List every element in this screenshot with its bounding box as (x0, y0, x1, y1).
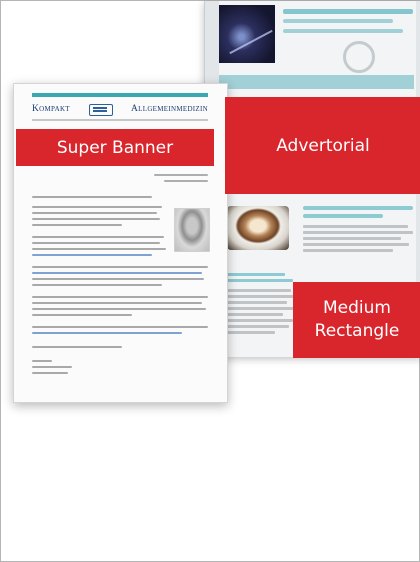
preview-frame: Kompakt Allgemeinmedizin Super Banner Ad… (0, 0, 420, 562)
text-line (303, 243, 409, 246)
masthead-accent-bar (32, 93, 208, 97)
text-line (32, 196, 152, 198)
text-line (32, 308, 206, 310)
text-line (303, 231, 413, 234)
masthead-right-word: Allgemeinmedizin (131, 104, 208, 114)
link-line (32, 332, 182, 334)
medium-rectangle-text-line1: Medium (323, 298, 391, 318)
text-line (225, 301, 287, 304)
text-line (225, 331, 275, 334)
super-banner-label: Super Banner (16, 129, 214, 166)
headline-placeholder (283, 29, 403, 33)
text-line (225, 313, 283, 316)
super-banner-text: Super Banner (56, 137, 174, 158)
hero-light-streak (229, 29, 273, 55)
text-line (32, 278, 204, 280)
text-line (32, 360, 52, 362)
masthead-rule (32, 119, 208, 121)
advertorial-text: Advertorial (276, 135, 370, 156)
text-line (225, 273, 285, 276)
text-line (32, 346, 122, 348)
text-line (32, 372, 68, 374)
decorative-circle-icon (343, 41, 375, 73)
text-line (225, 307, 295, 310)
text-line (225, 289, 291, 292)
article-title-placeholder (303, 206, 413, 210)
text-line (32, 266, 208, 268)
masthead-left-word: Kompakt (32, 104, 70, 114)
text-line (32, 224, 122, 226)
text-line (32, 206, 162, 208)
headline-placeholder (283, 19, 393, 23)
article-title-placeholder (303, 214, 383, 218)
medium-rectangle-label: Medium Rectangle (293, 282, 420, 358)
author-portrait (174, 208, 210, 252)
masthead-logo-icon (87, 102, 114, 116)
text-line (32, 236, 164, 238)
text-line (32, 212, 157, 214)
link-line (32, 272, 202, 274)
text-line (225, 319, 293, 322)
text-line (303, 249, 393, 252)
text-line (32, 326, 208, 328)
coffee-cup-image (227, 206, 289, 250)
section-divider (219, 75, 414, 89)
text-line (32, 314, 132, 316)
text-line (32, 218, 160, 220)
text-line (32, 296, 208, 298)
text-line (225, 295, 295, 298)
medium-rectangle-text-line2: Rectangle (314, 321, 400, 341)
text-line (32, 366, 72, 368)
text-line (32, 302, 202, 304)
text-line (303, 237, 401, 240)
text-line (225, 279, 293, 282)
masthead: Kompakt Allgemeinmedizin (32, 101, 208, 117)
text-line (225, 325, 289, 328)
date-line (154, 174, 208, 176)
date-line (164, 180, 208, 182)
link-line (32, 254, 152, 256)
text-line (32, 242, 160, 244)
text-line (32, 248, 166, 250)
advertorial-label: Advertorial (225, 97, 420, 194)
text-line (303, 225, 408, 228)
text-line (32, 284, 162, 286)
headline-placeholder (283, 9, 413, 14)
hero-image (219, 5, 275, 63)
